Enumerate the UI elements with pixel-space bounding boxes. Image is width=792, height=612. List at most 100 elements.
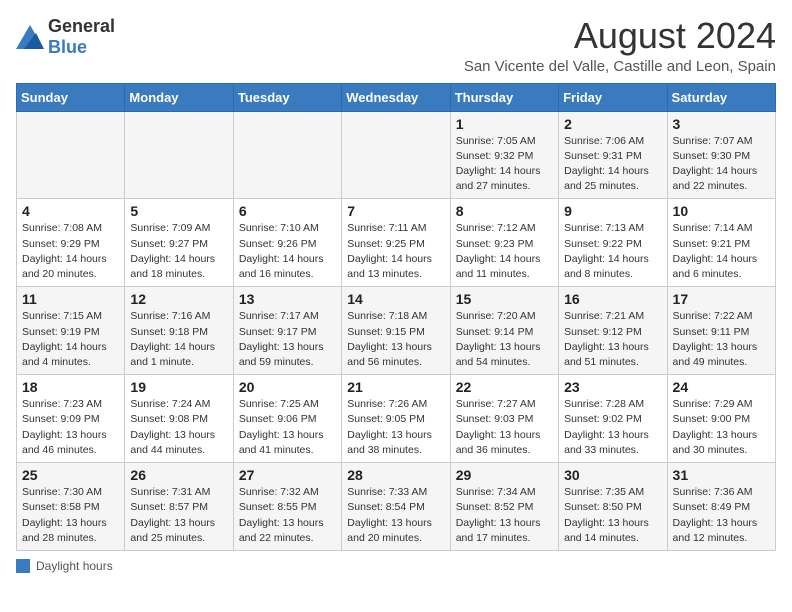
calendar-week-row: 11 Sunrise: 7:15 AMSunset: 9:19 PMDayligh… [17,287,776,375]
day-info: Sunrise: 7:05 AMSunset: 9:32 PMDaylight:… [456,134,553,195]
calendar-cell: 2Sunrise: 7:06 AMSunset: 9:31 PMDaylight… [559,111,667,199]
logo-text-blue: Blue [48,37,87,57]
logo-text-general: General [48,16,115,36]
day-number: 15 [456,291,553,307]
day-number: 5 [130,203,227,219]
calendar-day-header: Saturday [667,83,775,111]
day-info: Sunrise: 7:30 AMSunset: 8:58 PMDaylight:… [22,485,119,546]
calendar-cell: 16 Sunrise: 7:21 AMSunset: 9:12 PMDayligh… [559,287,667,375]
day-info: Sunrise: 7:15 AMSunset: 9:19 PMDaylight:… [22,309,119,370]
day-info: Sunrise: 7:33 AMSunset: 8:54 PMDaylight:… [347,485,444,546]
calendar-cell [233,111,341,199]
calendar-week-row: 1 Sunrise: 7:05 AMSunset: 9:32 PMDaylight… [17,111,776,199]
day-info: Sunrise: 7:35 AMSunset: 8:50 PMDaylight:… [564,485,661,546]
day-info: Sunrise: 7:22 AMSunset: 9:11 PMDaylight:… [673,309,770,370]
day-number: 23 [564,379,661,395]
calendar-cell: 11 Sunrise: 7:15 AMSunset: 9:19 PMDayligh… [17,287,125,375]
day-info: Sunrise: 7:32 AMSunset: 8:55 PMDaylight:… [239,485,336,546]
calendar-cell: 5Sunrise: 7:09 AMSunset: 9:27 PMDaylight… [125,199,233,287]
calendar-cell: 15 Sunrise: 7:20 AMSunset: 9:14 PMDayligh… [450,287,558,375]
calendar-cell: 27 Sunrise: 7:32 AMSunset: 8:55 PMDayligh… [233,463,341,551]
calendar-cell: 31 Sunrise: 7:36 AMSunset: 8:49 PMDayligh… [667,463,775,551]
calendar-cell: 22 Sunrise: 7:27 AMSunset: 9:03 PMDayligh… [450,375,558,463]
day-number: 31 [673,467,770,483]
day-info: Sunrise: 7:23 AMSunset: 9:09 PMDaylight:… [22,397,119,458]
day-info: Sunrise: 7:24 AMSunset: 9:08 PMDaylight:… [130,397,227,458]
calendar-table: SundayMondayTuesdayWednesdayThursdayFrid… [16,83,776,551]
calendar-cell: 7 Sunrise: 7:11 AMSunset: 9:25 PMDaylight… [342,199,450,287]
calendar-cell [17,111,125,199]
calendar-week-row: 18 Sunrise: 7:23 AMSunset: 9:09 PMDayligh… [17,375,776,463]
day-info: Sunrise: 7:08 AMSunset: 9:29 PMDaylight:… [22,221,119,282]
day-number: 8 [456,203,553,219]
day-number: 19 [130,379,227,395]
day-number: 26 [130,467,227,483]
calendar-cell: 6 Sunrise: 7:10 AMSunset: 9:26 PMDaylight… [233,199,341,287]
calendar-day-header: Tuesday [233,83,341,111]
day-number: 6 [239,203,336,219]
calendar-cell [125,111,233,199]
calendar-cell: 14 Sunrise: 7:18 AMSunset: 9:15 PMDayligh… [342,287,450,375]
calendar-cell: 23 Sunrise: 7:28 AMSunset: 9:02 PMDayligh… [559,375,667,463]
day-info: Sunrise: 7:12 AMSunset: 9:23 PMDaylight:… [456,221,553,282]
day-info: Sunrise: 7:36 AMSunset: 8:49 PMDaylight:… [673,485,770,546]
day-info: Sunrise: 7:18 AMSunset: 9:15 PMDaylight:… [347,309,444,370]
calendar-week-row: 4Sunrise: 7:08 AMSunset: 9:29 PMDaylight… [17,199,776,287]
day-info: Sunrise: 7:11 AMSunset: 9:25 PMDaylight:… [347,221,444,282]
calendar-cell: 24 Sunrise: 7:29 AMSunset: 9:00 PMDayligh… [667,375,775,463]
day-number: 27 [239,467,336,483]
day-info: Sunrise: 7:27 AMSunset: 9:03 PMDaylight:… [456,397,553,458]
day-number: 18 [22,379,119,395]
day-number: 30 [564,467,661,483]
day-number: 7 [347,203,444,219]
day-number: 22 [456,379,553,395]
day-info: Sunrise: 7:10 AMSunset: 9:26 PMDaylight:… [239,221,336,282]
day-number: 14 [347,291,444,307]
day-number: 1 [456,116,553,132]
day-info: Sunrise: 7:06 AMSunset: 9:31 PMDaylight:… [564,134,661,195]
day-info: Sunrise: 7:21 AMSunset: 9:12 PMDaylight:… [564,309,661,370]
footer-note-text: Daylight hours [36,559,113,573]
calendar-day-header: Sunday [17,83,125,111]
day-info: Sunrise: 7:28 AMSunset: 9:02 PMDaylight:… [564,397,661,458]
calendar-cell: 30 Sunrise: 7:35 AMSunset: 8:50 PMDayligh… [559,463,667,551]
day-info: Sunrise: 7:34 AMSunset: 8:52 PMDaylight:… [456,485,553,546]
calendar-cell: 26Sunrise: 7:31 AMSunset: 8:57 PMDayligh… [125,463,233,551]
calendar-cell: 18 Sunrise: 7:23 AMSunset: 9:09 PMDayligh… [17,375,125,463]
day-info: Sunrise: 7:26 AMSunset: 9:05 PMDaylight:… [347,397,444,458]
page-subtitle: San Vicente del Valle, Castille and Leon… [464,58,776,75]
logo-icon [16,25,44,49]
calendar-header-row: SundayMondayTuesdayWednesdayThursdayFrid… [17,83,776,111]
day-info: Sunrise: 7:07 AMSunset: 9:30 PMDaylight:… [673,134,770,195]
calendar-cell: 28 Sunrise: 7:33 AMSunset: 8:54 PMDayligh… [342,463,450,551]
calendar-week-row: 25Sunrise: 7:30 AMSunset: 8:58 PMDayligh… [17,463,776,551]
calendar-cell: 29Sunrise: 7:34 AMSunset: 8:52 PMDayligh… [450,463,558,551]
day-number: 24 [673,379,770,395]
footer-note-box [16,559,30,573]
day-number: 9 [564,203,661,219]
day-info: Sunrise: 7:20 AMSunset: 9:14 PMDaylight:… [456,309,553,370]
day-number: 28 [347,467,444,483]
calendar-cell: 3Sunrise: 7:07 AMSunset: 9:30 PMDaylight… [667,111,775,199]
day-number: 12 [130,291,227,307]
footer-note: Daylight hours [16,559,776,573]
day-number: 16 [564,291,661,307]
day-info: Sunrise: 7:29 AMSunset: 9:00 PMDaylight:… [673,397,770,458]
day-number: 21 [347,379,444,395]
calendar-cell: 12 Sunrise: 7:16 AMSunset: 9:18 PMDayligh… [125,287,233,375]
day-info: Sunrise: 7:14 AMSunset: 9:21 PMDaylight:… [673,221,770,282]
day-number: 13 [239,291,336,307]
calendar-cell: 21 Sunrise: 7:26 AMSunset: 9:05 PMDayligh… [342,375,450,463]
calendar-cell: 13Sunrise: 7:17 AMSunset: 9:17 PMDayligh… [233,287,341,375]
day-number: 10 [673,203,770,219]
day-number: 11 [22,291,119,307]
day-info: Sunrise: 7:13 AMSunset: 9:22 PMDaylight:… [564,221,661,282]
calendar-cell: 8 Sunrise: 7:12 AMSunset: 9:23 PMDaylight… [450,199,558,287]
calendar-cell: 17Sunrise: 7:22 AMSunset: 9:11 PMDayligh… [667,287,775,375]
calendar-day-header: Monday [125,83,233,111]
day-info: Sunrise: 7:16 AMSunset: 9:18 PMDaylight:… [130,309,227,370]
calendar-cell: 20Sunrise: 7:25 AMSunset: 9:06 PMDayligh… [233,375,341,463]
calendar-cell: 10 Sunrise: 7:14 AMSunset: 9:21 PMDayligh… [667,199,775,287]
day-number: 20 [239,379,336,395]
logo: General Blue [16,16,115,58]
